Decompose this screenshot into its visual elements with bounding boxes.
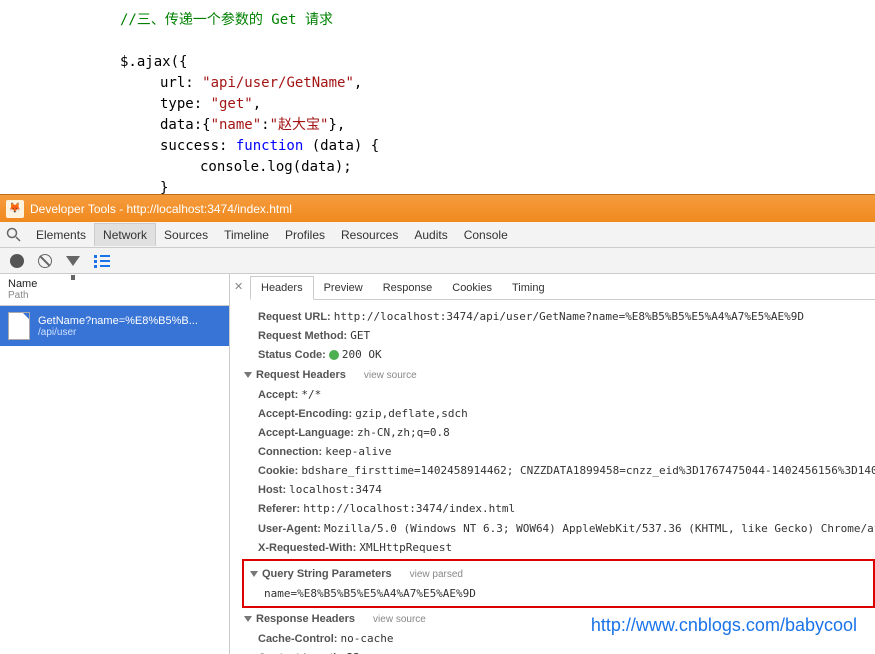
section-query-string[interactable]: Query String Parametersview parsed [250,566,869,583]
record-button[interactable] [10,254,24,268]
tab-cookies[interactable]: Cookies [442,277,502,299]
tab-sources[interactable]: Sources [156,224,216,246]
tab-timing[interactable]: Timing [502,277,555,299]
details-pane: ✕ Headers Preview Response Cookies Timin… [230,274,875,654]
highlighted-section: Query String Parametersview parsed name=… [242,559,875,608]
view-toggle[interactable] [94,255,110,267]
filter-button[interactable] [66,256,80,266]
request-name: GetName?name=%E8%B5%B... [38,315,198,327]
devtools-tabs: Elements Network Sources Timeline Profil… [0,222,875,248]
window-title: Developer Tools - http://localhost:3474/… [30,202,292,216]
tab-elements[interactable]: Elements [28,224,94,246]
tab-headers[interactable]: Headers [250,276,314,300]
tab-audits[interactable]: Audits [406,224,455,246]
chevron-down-icon [244,616,252,622]
tab-resources[interactable]: Resources [333,224,406,246]
search-icon[interactable] [6,227,22,243]
app-icon: 🦊 [6,200,24,218]
clear-button[interactable] [38,254,52,268]
detail-tabs: Headers Preview Response Cookies Timing [250,274,875,300]
tab-console[interactable]: Console [456,224,516,246]
section-request-headers[interactable]: Request Headersview source [244,367,875,384]
chevron-down-icon [250,571,258,577]
status-dot-icon [329,350,339,360]
network-toolbar [0,248,875,274]
window-titlebar: 🦊 Developer Tools - http://localhost:347… [0,194,875,222]
request-list: Name Path GetName?name=%E8%B5%B... /api/… [0,274,230,654]
chevron-down-icon [244,372,252,378]
request-path: /api/user [38,327,198,338]
file-icon [8,312,30,340]
request-item[interactable]: GetName?name=%E8%B5%B... /api/user [0,306,229,346]
list-header[interactable]: Name Path [0,274,229,306]
tab-network[interactable]: Network [94,223,156,246]
tab-preview[interactable]: Preview [314,277,373,299]
close-icon[interactable]: ✕ [234,280,243,293]
tab-timeline[interactable]: Timeline [216,224,277,246]
tab-profiles[interactable]: Profiles [277,224,333,246]
watermark-link: http://www.cnblogs.com/babycool [591,615,857,636]
code-editor: //三、传递一个参数的 Get 请求 $.ajax({ url: "api/us… [0,0,875,194]
tab-response[interactable]: Response [373,277,443,299]
